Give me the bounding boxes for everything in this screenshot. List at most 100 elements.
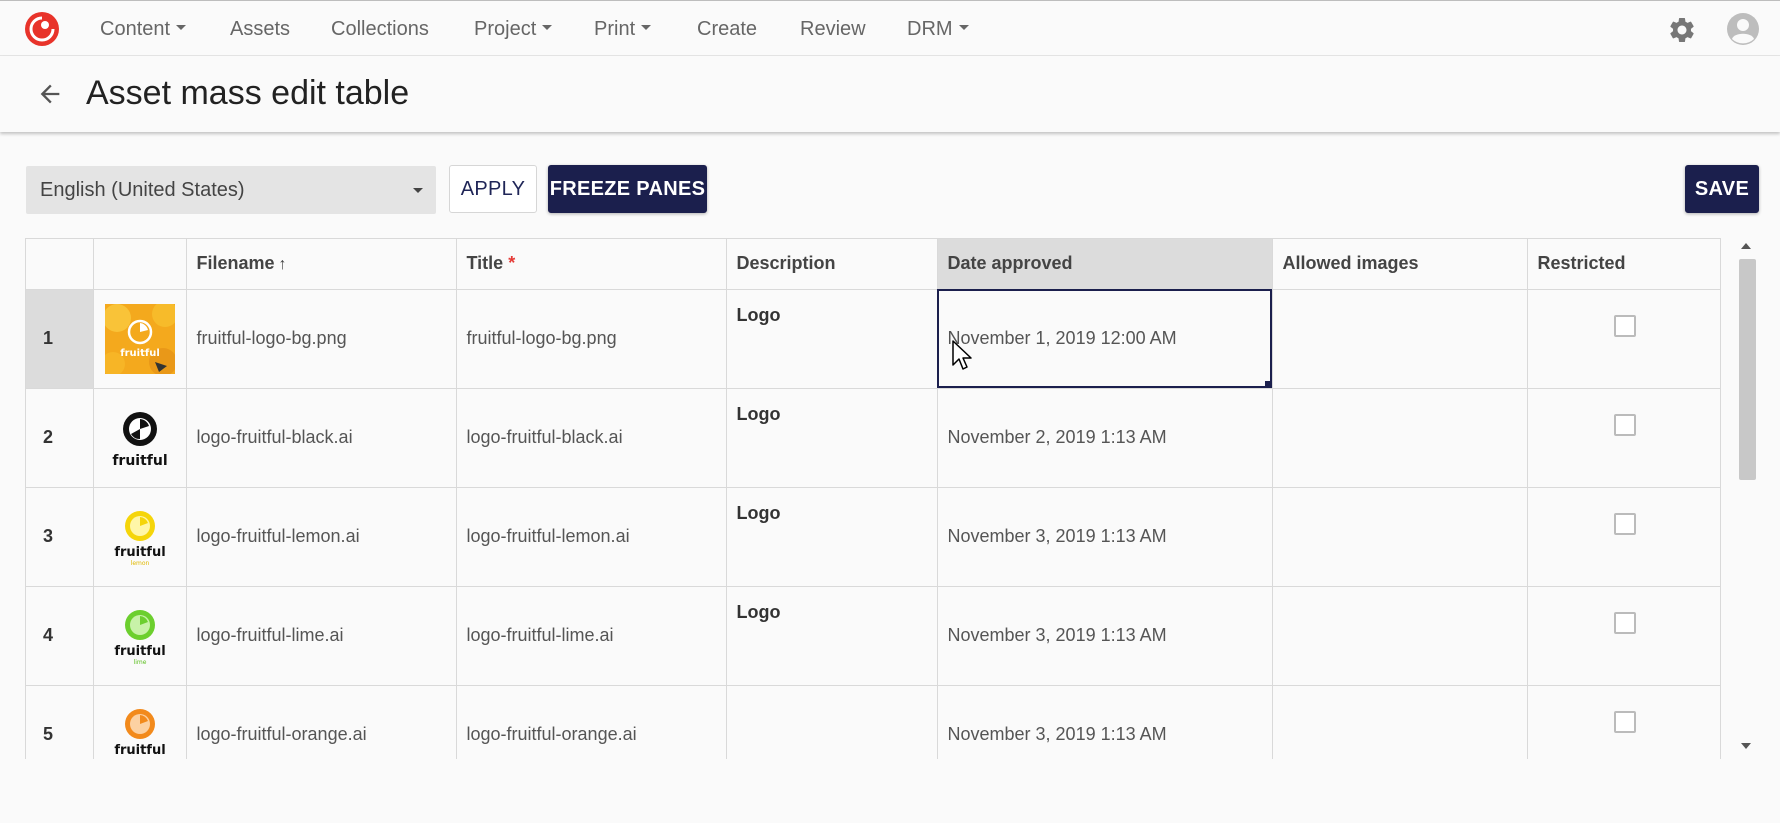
black-logo-thumbnail-icon: fruitful [112,411,167,469]
column-header-title[interactable]: Title * [456,239,727,290]
top-navigation: Content Assets Collections Project Print… [0,0,1780,56]
column-header-description[interactable]: Description [726,239,938,290]
nav-assets[interactable]: Assets [230,18,290,41]
chevron-down-icon [176,25,187,31]
svg-text:fruitful: fruitful [114,644,165,659]
locale-select-value: English (United States) [40,179,245,201]
description-cell[interactable]: Logo [726,289,938,389]
header-row: Filename ↑ Title * Description Date appro… [26,239,1720,290]
date-approved-cell[interactable]: November 3, 2019 1:13 AM [937,487,1273,587]
allowed-images-cell[interactable] [1272,289,1528,389]
title-cell[interactable]: logo-fruitful-orange.ai [456,685,727,759]
lemon-logo-thumbnail-icon: fruitful lemon [114,510,165,567]
allowed-images-cell[interactable] [1272,388,1528,488]
user-avatar-icon[interactable] [1726,12,1760,46]
corner-cell[interactable] [26,239,94,290]
locale-select[interactable]: English (United States) [26,166,436,214]
nav-print[interactable]: Print [594,18,652,41]
date-approved-cell[interactable]: November 2, 2019 1:13 AM [937,388,1273,488]
description-cell[interactable]: Logo [726,586,938,686]
restricted-cell[interactable] [1527,586,1720,686]
scroll-up-arrow-icon[interactable] [1741,243,1751,249]
filename-cell[interactable]: fruitful-logo-bg.png [186,289,457,389]
thumbnail-cell[interactable]: fruitful orange [93,685,187,759]
column-header-allowed-images[interactable]: Allowed images [1272,239,1528,290]
required-marker: * [508,253,516,274]
allowed-images-cell[interactable] [1272,487,1528,587]
gear-icon[interactable] [1667,15,1697,45]
date-approved-cell-active[interactable]: November 1, 2019 12:00 AM [937,289,1273,389]
thumbnail-cell[interactable]: fruitful [93,289,187,389]
nav-project[interactable]: Project [474,18,553,41]
filename-cell[interactable]: logo-fruitful-lemon.ai [186,487,457,587]
nav-drm[interactable]: DRM [907,18,969,41]
column-header-filename[interactable]: Filename ↑ [186,239,457,290]
save-button[interactable]: SAVE [1685,165,1759,213]
restricted-checkbox[interactable] [1613,314,1636,337]
chevron-down-icon [958,25,969,31]
restricted-cell[interactable] [1527,685,1720,759]
table-row[interactable]: 4 fruitful lime logo-fruitful-lime.ai lo… [26,586,1720,686]
svg-text:fruitful: fruitful [114,743,165,758]
orange-logo-thumbnail-icon: fruitful orange [114,708,165,759]
restricted-checkbox[interactable] [1613,710,1636,733]
sort-ascending-icon[interactable]: ↑ [279,256,287,273]
thumbnail-header[interactable] [93,239,187,290]
restricted-checkbox[interactable] [1613,413,1636,436]
date-approved-cell[interactable]: November 3, 2019 1:13 AM [937,586,1273,686]
table-row[interactable]: 5 fruitful orange logo-fruitful-orange.a… [26,685,1720,759]
row-number[interactable]: 5 [26,685,94,759]
table-row[interactable]: 3 fruitful lemon logo-fruitful-lemon.ai … [26,487,1720,587]
nav-collections[interactable]: Collections [331,18,429,41]
table-row[interactable]: 2 fruitful logo-fruitful-black.ai logo-f… [26,388,1720,488]
svg-text:lemon: lemon [130,560,149,567]
title-cell[interactable]: fruitful-logo-bg.png [456,289,727,389]
restricted-checkbox[interactable] [1613,611,1636,634]
title-cell[interactable]: logo-fruitful-lime.ai [456,586,727,686]
restricted-cell[interactable] [1527,487,1720,587]
allowed-images-cell[interactable] [1272,586,1528,686]
title-cell[interactable]: logo-fruitful-black.ai [456,388,727,488]
app-logo-icon[interactable] [24,11,60,47]
filename-cell[interactable]: logo-fruitful-lime.ai [186,586,457,686]
page-header: Asset mass edit table [0,56,1780,132]
chevron-down-icon [413,188,423,193]
page-title: Asset mass edit table [86,74,410,112]
restricted-checkbox[interactable] [1613,512,1636,535]
nav-content[interactable]: Content [100,18,187,41]
filename-cell[interactable]: logo-fruitful-black.ai [186,388,457,488]
date-approved-cell[interactable]: November 3, 2019 1:13 AM [937,685,1273,759]
thumbnail-cell[interactable]: fruitful lime [93,586,187,686]
restricted-cell[interactable] [1527,388,1720,488]
scroll-down-arrow-icon[interactable] [1741,743,1751,749]
row-number[interactable]: 3 [26,487,94,587]
allowed-images-cell[interactable] [1272,685,1528,759]
row-number[interactable]: 4 [26,586,94,686]
description-cell[interactable] [726,685,938,759]
back-arrow-icon[interactable] [36,80,64,108]
svg-text:fruitful: fruitful [120,348,160,359]
vertical-scrollbar-thumb[interactable] [1739,259,1756,480]
filename-cell[interactable]: logo-fruitful-orange.ai [186,685,457,759]
description-cell[interactable]: Logo [726,487,938,587]
svg-text:fruitful: fruitful [114,545,165,560]
apply-button[interactable]: APPLY [449,165,537,213]
column-header-date-approved[interactable]: Date approved [937,239,1273,290]
nav-create[interactable]: Create [697,18,757,41]
row-number[interactable]: 2 [26,388,94,488]
description-cell[interactable]: Logo [726,388,938,488]
chevron-down-icon [641,25,652,31]
title-cell[interactable]: logo-fruitful-lemon.ai [456,487,727,587]
fill-handle[interactable] [1264,380,1271,387]
asset-table: Filename ↑ Title * Description Date appro… [26,239,1720,759]
table-row[interactable]: 1 fruitful fruitful-logo-bg.png fruitful… [26,289,1720,389]
svg-text:fruitful: fruitful [112,453,167,469]
thumbnail-cell[interactable]: fruitful [93,388,187,488]
row-number[interactable]: 1 [26,289,94,389]
fruitful-logo-bg-thumbnail-icon: fruitful [104,303,175,374]
thumbnail-cell[interactable]: fruitful lemon [93,487,187,587]
restricted-cell[interactable] [1527,289,1720,389]
nav-review[interactable]: Review [800,18,866,41]
freeze-panes-button[interactable]: FREEZE PANES [548,165,707,213]
column-header-restricted[interactable]: Restricted [1527,239,1720,290]
